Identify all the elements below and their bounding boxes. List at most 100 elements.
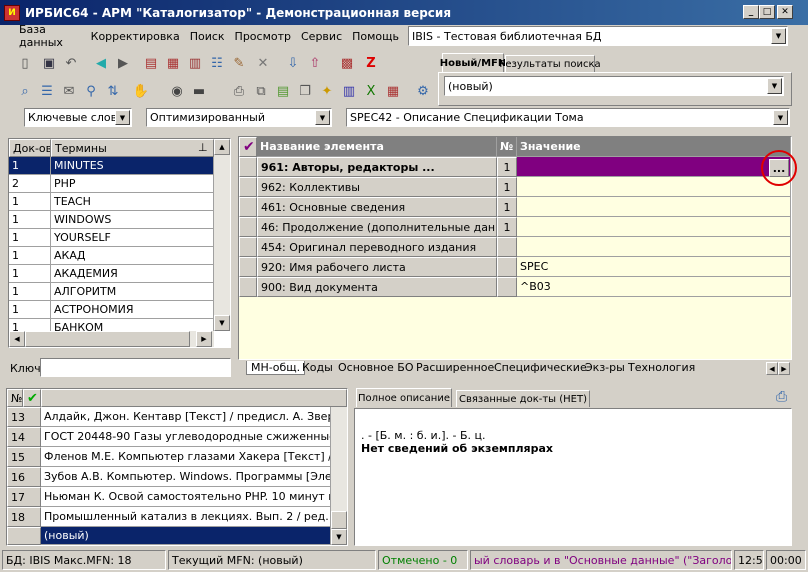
term-item[interactable]: АКАД — [51, 247, 214, 265]
new-document-icon[interactable]: ▯ — [16, 54, 34, 72]
tab-new-mfn[interactable]: Новый/MFN — [440, 53, 506, 72]
scroll-down-icon[interactable]: ▼ — [214, 315, 230, 331]
tab-scroll-right-icon[interactable]: ▶ — [778, 362, 790, 375]
scroll-thumb[interactable] — [25, 331, 190, 347]
scroll-down-icon[interactable]: ▼ — [331, 529, 347, 545]
field-value[interactable] — [517, 157, 791, 177]
tab-mn-general[interactable]: МН-общ. — [246, 361, 306, 375]
export-icon[interactable]: ⇧ — [306, 54, 324, 72]
result-item[interactable]: ГОСТ 20448-90 Газы углеводородные сжижен… — [41, 427, 331, 447]
print-icon[interactable]: ▥ — [186, 54, 204, 72]
arrow-right-icon[interactable]: ▶ — [114, 54, 132, 72]
star-icon[interactable]: ✦ — [318, 82, 336, 100]
menu-search[interactable]: Поиск — [185, 30, 230, 43]
field-value[interactable] — [517, 197, 791, 217]
field-name[interactable]: 46: Продолжение (дополнительные данные) — [257, 217, 497, 237]
result-new-item[interactable]: (новый) — [41, 527, 331, 545]
barcode-icon[interactable]: ▩ — [338, 54, 356, 72]
results-scroll-thumb[interactable] — [331, 511, 347, 529]
scroll-up-icon[interactable]: ▲ — [214, 139, 230, 155]
tab-copies[interactable]: Экз-ры — [585, 361, 625, 374]
settings-icon[interactable]: ⚙ — [414, 82, 432, 100]
optimization-select[interactable]: Оптимизированный ▼ — [146, 108, 332, 127]
scroll-right-icon[interactable]: ▶ — [196, 331, 212, 347]
printer-icon[interactable]: ⎙ — [230, 82, 248, 100]
worksheet-select[interactable]: SPEC42 - Описание Спецификации Тома ▼ — [346, 108, 790, 127]
tab-technology[interactable]: Технология — [628, 361, 695, 374]
results-vscrollbar[interactable]: ▼ — [331, 407, 347, 545]
field-value[interactable] — [517, 177, 791, 197]
term-item[interactable]: TEACH — [51, 193, 214, 211]
pin-icon[interactable]: ⊥ — [198, 141, 208, 154]
sort-icon[interactable]: ⇅ — [104, 82, 122, 100]
result-item[interactable]: Зубов А.В. Компьютер. Windows. Программы… — [41, 467, 331, 487]
print-icon[interactable]: ⎙ — [776, 389, 787, 405]
search-list-icon[interactable]: ☰ — [38, 82, 56, 100]
menu-edit[interactable]: Корректировка — [86, 30, 185, 43]
undo-icon[interactable]: ↶ — [62, 54, 80, 72]
delete-icon[interactable]: ✕ — [254, 54, 272, 72]
search-mode-select[interactable]: Ключевые слова ▼ — [24, 108, 132, 127]
scroll-left-icon[interactable]: ◀ — [9, 331, 25, 347]
hand-icon[interactable]: ✋ — [132, 82, 150, 100]
field-name[interactable]: 900: Вид документа — [257, 277, 497, 297]
grid-icon[interactable]: ▦ — [164, 54, 182, 72]
field-name[interactable]: 962: Коллективы — [257, 177, 497, 197]
close-button[interactable]: ✕ — [777, 5, 793, 19]
terms-vscrollbar[interactable]: ▲ ▼ — [214, 139, 230, 331]
result-item[interactable]: Промышленный катализ в лекциях. Вып. 2 /… — [41, 507, 331, 527]
field-value[interactable]: ^B03 — [517, 277, 791, 297]
term-item[interactable]: АКАДЕМИЯ — [51, 265, 214, 283]
tab-scroll-left-icon[interactable]: ◀ — [766, 362, 778, 375]
record-select[interactable]: (новый) ▼ — [444, 76, 784, 96]
table-icon[interactable]: ▦ — [384, 82, 402, 100]
term-item[interactable]: АЛГОРИТМ — [51, 283, 214, 301]
field-name[interactable]: 920: Имя рабочего листа — [257, 257, 497, 277]
mail-icon[interactable]: ✉ — [60, 82, 78, 100]
result-item[interactable]: Ньюман К. Освой самостоятельно PHP. 10 м… — [41, 487, 331, 507]
tab-linked-docs[interactable]: Связанные док-ты (НЕТ) — [456, 390, 590, 407]
term-item[interactable]: MINUTES — [51, 157, 214, 175]
tab-full-description[interactable]: Полное описание — [356, 388, 452, 407]
preview-icon[interactable]: ◉ — [168, 82, 186, 100]
save-icon[interactable]: ▣ — [40, 54, 58, 72]
excel-icon[interactable]: X — [362, 82, 380, 100]
report-icon[interactable]: ▤ — [274, 82, 292, 100]
term-item[interactable]: PHP — [51, 175, 214, 193]
maximize-button[interactable]: □ — [759, 5, 775, 19]
tab-extended[interactable]: Расширенное — [416, 361, 494, 374]
stack-icon[interactable]: ⧉ — [252, 82, 270, 100]
menu-service[interactable]: Сервис — [296, 30, 347, 43]
result-item[interactable]: Алдайк, Джон. Кентавр [Текст] / предисл.… — [41, 407, 331, 427]
field-name[interactable]: 461: Основные сведения — [257, 197, 497, 217]
term-item[interactable]: YOURSELF — [51, 229, 214, 247]
field-value[interactable] — [517, 217, 791, 237]
folder-icon[interactable]: ▬ — [190, 82, 208, 100]
edit-icon[interactable]: ✎ — [230, 54, 248, 72]
arrow-left-icon[interactable]: ◀ — [92, 54, 110, 72]
field-name[interactable]: 961: Авторы, редакторы ... — [257, 157, 497, 177]
tab-search-results[interactable]: Результаты поиска — [499, 55, 601, 72]
term-item[interactable]: АСТРОНОМИЯ — [51, 301, 214, 319]
tab-specific[interactable]: Специфические — [494, 361, 587, 374]
terms-hscrollbar[interactable]: ◀ ▶ — [9, 331, 214, 347]
key-input[interactable] — [40, 358, 231, 377]
tab-main-bo[interactable]: Основное БО — [338, 361, 414, 374]
menu-view[interactable]: Просмотр — [230, 30, 296, 43]
menu-help[interactable]: Помощь — [347, 30, 404, 43]
chart-icon[interactable]: ▥ — [340, 82, 358, 100]
filter-icon[interactable]: ⚲ — [82, 82, 100, 100]
pages-icon[interactable]: ❐ — [296, 82, 314, 100]
term-item[interactable]: WINDOWS — [51, 211, 214, 229]
z3950-icon[interactable]: Z — [362, 54, 380, 72]
tree-icon[interactable]: ☷ — [208, 54, 226, 72]
menu-database[interactable]: База данных — [14, 23, 86, 49]
tab-codes[interactable]: Коды — [302, 361, 333, 374]
import-icon[interactable]: ⇩ — [284, 54, 302, 72]
database-select[interactable]: IBIS - Тестовая библиотечная БД ▼ — [408, 26, 788, 46]
copy-record-icon[interactable]: ▤ — [142, 54, 160, 72]
minimize-button[interactable]: _ — [743, 5, 759, 19]
search-icon[interactable]: ⌕ — [16, 82, 34, 100]
field-value[interactable]: SPEC — [517, 257, 791, 277]
result-item[interactable]: Фленов М.Е. Компьютер глазами Хакера [Те… — [41, 447, 331, 467]
